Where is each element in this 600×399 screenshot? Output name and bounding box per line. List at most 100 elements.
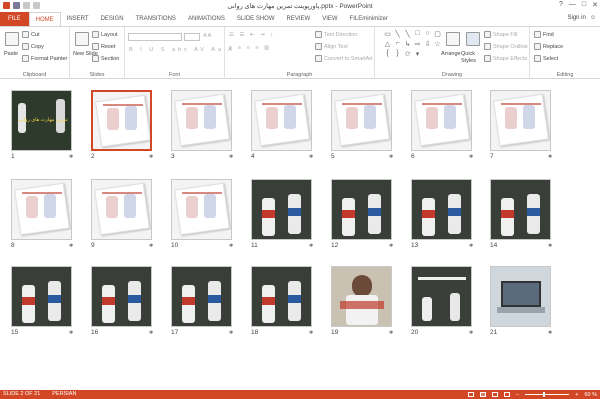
transition-icon[interactable]: ✱ — [69, 330, 73, 336]
quick-styles-icon[interactable] — [466, 32, 480, 46]
convert-smartart-button[interactable]: Convert to SmartArt — [315, 55, 373, 62]
section-button[interactable]: Section — [92, 55, 119, 62]
shape-fill-button[interactable]: Shape Fill — [484, 31, 517, 38]
transition-icon[interactable]: ✱ — [469, 154, 473, 160]
zoom-in-icon[interactable]: + — [575, 392, 578, 398]
transition-icon[interactable]: ✱ — [309, 154, 313, 160]
transition-icon[interactable]: ✱ — [548, 330, 552, 336]
paste-icon[interactable] — [5, 32, 19, 46]
zoom-slider-knob[interactable] — [543, 392, 546, 397]
slide-thumbnail[interactable] — [251, 179, 312, 240]
text-direction-button[interactable]: Text Direction — [315, 31, 357, 38]
shape-star2-icon[interactable]: ✩ — [403, 50, 412, 59]
find-button[interactable]: Find — [534, 31, 554, 38]
zoom-slider[interactable] — [525, 392, 570, 397]
shape-elbow-icon[interactable]: ⌐ — [393, 40, 402, 49]
arrange-icon[interactable] — [446, 32, 460, 46]
transition-icon[interactable]: ✱ — [149, 243, 153, 249]
transition-icon[interactable]: ✱ — [309, 330, 313, 336]
transition-icon[interactable]: ✱ — [548, 243, 552, 249]
cut-button[interactable]: Cut — [22, 31, 40, 38]
slide-thumbnail[interactable] — [251, 266, 312, 327]
reset-button[interactable]: Reset — [92, 43, 115, 50]
tab-file[interactable]: FILE — [0, 12, 29, 26]
transition-icon[interactable]: ✱ — [389, 330, 393, 336]
transition-icon[interactable]: ✱ — [389, 243, 393, 249]
slide-thumbnail[interactable] — [11, 266, 72, 327]
slide-thumbnail[interactable] — [411, 90, 472, 151]
shape-line2-icon[interactable]: ╲ — [403, 30, 412, 39]
slide-thumbnail[interactable] — [331, 266, 392, 327]
shape-effects-button[interactable]: Shape Effects — [484, 55, 527, 62]
transition-icon[interactable]: ✱ — [149, 154, 153, 160]
copy-button[interactable]: Copy — [22, 43, 44, 50]
transition-icon[interactable]: ✱ — [229, 154, 233, 160]
shape-rect2-icon[interactable]: □ — [413, 30, 422, 39]
slide-thumbnail[interactable] — [251, 90, 312, 151]
slide-sorter-view-icon[interactable] — [480, 392, 487, 397]
minimize-button[interactable]: — — [569, 1, 576, 9]
shape-more-icon[interactable]: ▾ — [413, 50, 422, 59]
slide-thumbnail[interactable] — [171, 179, 232, 240]
tab-animations[interactable]: ANIMATIONS — [182, 12, 231, 26]
quick-styles-button[interactable]: Quick Styles — [461, 51, 483, 65]
shape-star-icon[interactable]: ☆ — [433, 40, 442, 49]
tab-fileminimizer[interactable]: FILEminimizer — [344, 12, 394, 26]
slide-thumbnail[interactable] — [91, 266, 152, 327]
normal-view-icon[interactable] — [468, 392, 475, 397]
slide-thumbnail[interactable] — [171, 266, 232, 327]
shape-round-rect-icon[interactable]: ▢ — [433, 30, 442, 39]
shape-line-icon[interactable]: ╲ — [393, 30, 402, 39]
align-text-button[interactable]: Align Text — [315, 43, 348, 50]
replace-button[interactable]: Replace — [534, 43, 563, 50]
slide-thumbnail[interactable]: تمرین مهارت های روانی — [11, 90, 72, 151]
format-painter-button[interactable]: Format Painter — [22, 55, 67, 62]
shape-brace-icon[interactable]: { — [383, 50, 392, 59]
help-button[interactable]: ? — [559, 1, 563, 9]
slide-thumbnail[interactable] — [490, 179, 551, 240]
language-indicator[interactable]: PERSIAN — [52, 391, 76, 397]
slide-thumbnail[interactable] — [91, 179, 152, 240]
shape-arrow-down-icon[interactable]: ⇩ — [423, 40, 432, 49]
slide-thumbnail[interactable] — [171, 90, 232, 151]
tab-review[interactable]: REVIEW — [281, 12, 317, 26]
tab-home[interactable]: HOME — [28, 12, 61, 26]
slide-thumbnail[interactable] — [490, 266, 551, 327]
shape-brace2-icon[interactable]: } — [393, 50, 402, 59]
shape-oval-icon[interactable]: ○ — [423, 30, 432, 39]
transition-icon[interactable]: ✱ — [469, 243, 473, 249]
shape-connector-icon[interactable]: ↳ — [403, 40, 412, 49]
transition-icon[interactable]: ✱ — [69, 243, 73, 249]
slide-thumbnail[interactable] — [331, 179, 392, 240]
shape-arrow-right-icon[interactable]: ⇨ — [413, 40, 422, 49]
shape-triangle-icon[interactable]: △ — [383, 40, 392, 49]
shape-outline-button[interactable]: Shape Outline — [484, 43, 528, 50]
slideshow-view-icon[interactable] — [504, 392, 511, 397]
font-style-buttons[interactable]: B I U S abc AV Aa A — [129, 47, 235, 53]
zoom-level[interactable]: 60 % — [584, 392, 597, 398]
slide-thumbnail[interactable] — [490, 90, 551, 151]
paste-button[interactable]: Paste — [4, 51, 18, 57]
transition-icon[interactable]: ✱ — [389, 154, 393, 160]
smiley-icon[interactable]: ☺ — [590, 15, 596, 21]
shapes-gallery[interactable]: ▭ ╲ ╲ □ ○ ▢ △ ⌐ ↳ ⇨ ⇩ ☆ {} ✩ ▾ — [383, 30, 443, 66]
zoom-out-icon[interactable]: − — [516, 392, 519, 398]
close-button[interactable]: ✕ — [592, 1, 598, 9]
list-buttons[interactable]: ☰ ☰ ⇤ ⇥ ↕ — [229, 32, 275, 38]
transition-icon[interactable]: ✱ — [548, 154, 552, 160]
select-button[interactable]: Select — [534, 55, 558, 62]
font-name-box[interactable] — [128, 33, 182, 41]
slide-thumbnail[interactable] — [91, 90, 152, 151]
tab-design[interactable]: DESIGN — [95, 12, 130, 26]
transition-icon[interactable]: ✱ — [229, 330, 233, 336]
font-size-box[interactable] — [184, 33, 200, 41]
font-grow-shrink[interactable]: A A — [203, 33, 211, 39]
new-slide-icon[interactable] — [75, 32, 89, 46]
slide-thumbnail[interactable] — [331, 90, 392, 151]
maximize-button[interactable]: □ — [582, 1, 586, 9]
signin-link[interactable]: Sign in — [568, 15, 586, 21]
slide-thumbnail[interactable] — [11, 179, 72, 240]
tab-view[interactable]: VIEW — [316, 12, 343, 26]
tab-insert[interactable]: INSERT — [61, 12, 95, 26]
tab-slide-show[interactable]: SLIDE SHOW — [231, 12, 281, 26]
